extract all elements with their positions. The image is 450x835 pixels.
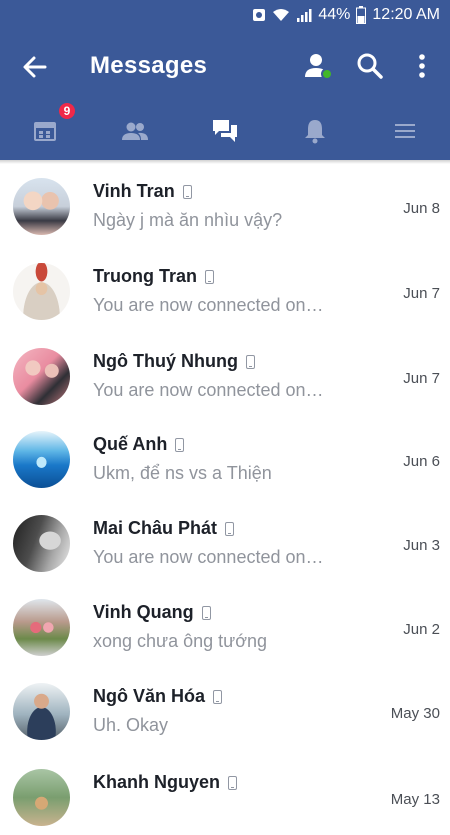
avatar [13, 178, 70, 235]
contact-name: Quế Anh [93, 434, 168, 454]
message-date: Jun 7 [403, 370, 440, 387]
message-date: Jun 7 [403, 285, 440, 302]
arrow-left-icon [23, 56, 47, 78]
signal-icon [296, 7, 312, 23]
contact-name: Mai Châu Phát [93, 518, 218, 538]
hamburger-icon [395, 124, 415, 138]
notification-icon [252, 8, 266, 22]
tab-events[interactable]: 9 [0, 102, 90, 160]
avatar [13, 515, 70, 572]
chat-bubbles-icon [213, 120, 237, 142]
tab-menu[interactable] [360, 102, 450, 160]
contact-name: Truong Tran [93, 266, 198, 286]
message-preview: Ngày j mà ăn nhìu vậy? [93, 210, 283, 230]
avatar [13, 348, 70, 405]
clock: 12:20 AM [372, 6, 440, 23]
page-title: Messages [90, 52, 208, 79]
mobile-icon [175, 437, 185, 452]
contact-name: Vinh Quang [93, 602, 194, 622]
app-bar: Messages [0, 30, 450, 102]
message-preview: xong chưa ông tướng [93, 631, 268, 651]
friends-icon [122, 122, 148, 140]
more-vertical-icon [419, 54, 425, 78]
tab-bar: 9 [0, 102, 450, 160]
avatar [13, 263, 70, 320]
contact-name: Ngô Thuý Nhung [93, 351, 238, 371]
mobile-icon [201, 605, 211, 620]
overflow-menu-button[interactable] [406, 50, 438, 82]
message-preview: You are now connected on… [93, 547, 324, 567]
person-online-icon [305, 54, 333, 80]
avatar [13, 431, 70, 488]
tab-notifications[interactable] [270, 102, 360, 160]
mobile-icon [213, 689, 223, 704]
message-preview: Ukm, để ns vs a Thiện [93, 463, 272, 483]
mobile-icon [228, 775, 238, 790]
back-button[interactable] [20, 52, 50, 82]
active-contacts-button[interactable] [302, 50, 334, 82]
message-date: May 30 [390, 705, 440, 722]
message-preview: Uh. Okay [93, 715, 169, 735]
conversation-row[interactable]: Ngô Văn Hóa Uh. Okay May 30 [0, 665, 450, 751]
message-preview: You are now connected on… [93, 380, 324, 400]
search-button[interactable] [354, 50, 386, 82]
bell-icon [305, 120, 325, 144]
tab-messages[interactable] [180, 102, 270, 160]
mobile-icon [182, 184, 192, 199]
search-icon [357, 53, 383, 79]
calendar-icon [34, 122, 56, 141]
message-date: Jun 2 [403, 621, 440, 638]
conversation-row[interactable]: Vinh Quang xong chưa ông tướng Jun 2 [0, 581, 450, 665]
avatar [13, 769, 70, 826]
tab-bar-shadow [0, 160, 450, 164]
conversation-row[interactable]: Truong Tran You are now connected on… Ju… [0, 245, 450, 330]
message-date: Jun 6 [403, 453, 440, 470]
conversation-list: Vinh Tran Ngày j mà ăn nhìu vậy? Jun 8 T… [0, 160, 450, 835]
conversation-row[interactable]: Ngô Thuý Nhung You are now connected on…… [0, 330, 450, 413]
message-date: Jun 3 [403, 537, 440, 554]
contact-name: Ngô Văn Hóa [93, 686, 206, 706]
mobile-icon [205, 269, 215, 284]
tab-friends[interactable] [90, 102, 180, 160]
avatar [13, 599, 70, 656]
wifi-icon [272, 7, 290, 23]
notification-badge: 9 [58, 102, 76, 120]
battery-icon [356, 6, 367, 24]
conversation-row[interactable]: Mai Châu Phát You are now connected on… … [0, 497, 450, 581]
contact-name: Khanh Nguyen [93, 772, 221, 792]
battery-percent: 44% [318, 6, 351, 23]
contact-name: Vinh Tran [93, 181, 175, 201]
mobile-icon [245, 354, 255, 369]
conversation-row[interactable]: Vinh Tran Ngày j mà ăn nhìu vậy? Jun 8 [0, 160, 450, 245]
mobile-icon [225, 521, 235, 536]
conversation-row[interactable]: Quế Anh Ukm, để ns vs a Thiện Jun 6 [0, 413, 450, 497]
avatar [13, 683, 70, 740]
status-bar: 44% 12:20 AM [0, 0, 450, 30]
conversation-row[interactable]: Khanh Nguyen May 13 [0, 751, 450, 835]
message-preview: You are now connected on… [93, 295, 324, 315]
message-date: Jun 8 [403, 200, 440, 217]
